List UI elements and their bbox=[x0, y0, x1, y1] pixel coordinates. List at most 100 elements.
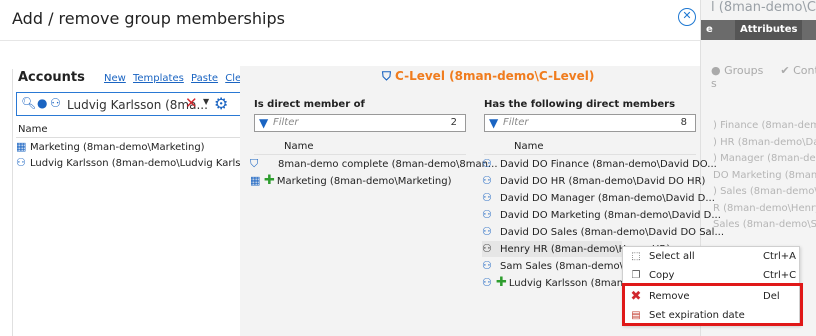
templates-link[interactable]: Templates bbox=[133, 73, 184, 84]
row-label: David DO Sales (8man-demo\David DO Sal..… bbox=[500, 227, 724, 238]
background-member-list: ) Finance (8man-demo\ ) HR (8man-demo\Da… bbox=[713, 120, 816, 236]
background-list-item: ) Manager (8man-demo bbox=[713, 153, 816, 164]
user-icon: ⚇ bbox=[482, 242, 492, 255]
filter-placeholder: Filter bbox=[273, 117, 299, 128]
background-tab-bar: e Attributes bbox=[701, 20, 816, 40]
background-list-item: DO Marketing (8man-d bbox=[713, 169, 816, 181]
row-label: Ludvig Karlsson (8man-de bbox=[508, 278, 640, 289]
background-list-item: ) Finance (8man-demo\ bbox=[713, 120, 816, 131]
members-heading: Has the following direct members bbox=[484, 99, 676, 110]
members-column-header[interactable]: Name bbox=[484, 139, 696, 155]
select-all-icon: ⬚ bbox=[631, 251, 641, 262]
filter-placeholder: Filter bbox=[503, 117, 529, 128]
calendar-icon: ▤ bbox=[631, 310, 641, 321]
user-filter-icon[interactable]: ⚇ bbox=[50, 96, 61, 110]
row-label: 8man-demo complete (8man-demo\8man... bbox=[278, 159, 498, 170]
menu-item-label: Copy bbox=[649, 270, 675, 281]
row-label: David DO Marketing (8man-demo\David D... bbox=[500, 210, 721, 221]
row-label: David DO Finance (8man-demo\David DO... bbox=[500, 159, 717, 170]
table-row[interactable]: ⚇ ✚ Ludvig Karlsson (8man-de bbox=[482, 275, 639, 291]
table-row-selected[interactable]: ⚇ Henry HR (8man-demo\Henry HR) bbox=[482, 241, 670, 257]
member-of-heading: Is direct member of bbox=[254, 99, 365, 110]
background-list-item: ) HR (8man-demo\Davi bbox=[713, 136, 816, 148]
row-label: David DO HR (8man-demo\David DO HR) bbox=[500, 176, 706, 187]
new-link[interactable]: New bbox=[104, 73, 126, 84]
groups-icon: ● bbox=[711, 64, 721, 77]
menu-item-select-all[interactable]: ⬚ Select all Ctrl+A bbox=[623, 247, 799, 266]
row-label: David DO Manager (8man-demo\David D... bbox=[500, 193, 715, 204]
menu-divider bbox=[647, 285, 797, 286]
user-icon: ⚇ bbox=[482, 208, 492, 221]
filter-icon: ▼ bbox=[489, 116, 499, 130]
user-icon: ⚇ bbox=[482, 259, 492, 272]
filter-icon: ▼ bbox=[259, 116, 269, 130]
background-link-groups[interactable]: Groups bbox=[724, 64, 763, 77]
account-search-input[interactable]: 🔍︎ ● ⚇ Ludvig Karlsson (8ma... ✕ ▼ ⚙ bbox=[16, 92, 244, 116]
background-links-sub: s bbox=[711, 77, 717, 90]
check-icon: ✔ bbox=[780, 64, 790, 77]
menu-item-shortcut: Ctrl+C bbox=[763, 270, 797, 281]
list-item[interactable]: ⚇ Ludvig Karlsson (8man-demo\Ludvig Karls… bbox=[16, 155, 262, 170]
table-row[interactable]: ⚇ David DO Manager (8man-demo\David D... bbox=[482, 190, 715, 206]
group-icon: ▦ bbox=[16, 140, 27, 153]
user-icon: ⚇ bbox=[482, 276, 492, 289]
list-item-label: Marketing (8man-demo\Marketing) bbox=[30, 142, 205, 153]
menu-item-label: Set expiration date bbox=[649, 310, 745, 321]
list-item[interactable]: ▦ Marketing (8man-demo\Marketing) bbox=[16, 139, 248, 154]
user-icon: ⚇ bbox=[16, 156, 26, 169]
menu-item-shortcut: Del bbox=[763, 291, 780, 302]
selected-group-name: C-Level (8man-demo\C-Level) bbox=[395, 69, 595, 83]
table-row[interactable]: ⚇ David DO Sales (8man-demo\David DO Sal.… bbox=[482, 224, 724, 240]
user-icon: ⚇ bbox=[482, 174, 492, 187]
add-plus-icon: ✚ bbox=[496, 275, 507, 290]
accounts-panel: Accounts New Templates Paste Clear 🔍︎ ● … bbox=[12, 66, 262, 336]
title-divider bbox=[0, 40, 700, 41]
background-tab-0[interactable]: e bbox=[701, 20, 721, 40]
background-list-item: Sales (8man-demo\Sam bbox=[713, 219, 816, 230]
table-row[interactable]: ⚇ David DO HR (8man-demo\David DO HR) bbox=[482, 173, 705, 189]
members-filter-input[interactable]: ▼ Filter 8 bbox=[484, 114, 696, 132]
menu-item-set-expiration[interactable]: ▤ Set expiration date bbox=[623, 306, 799, 325]
paste-link[interactable]: Paste bbox=[191, 73, 218, 84]
member-of-filter-input[interactable]: ▼ Filter 2 bbox=[254, 114, 466, 132]
user-icon: ⚇ bbox=[482, 191, 492, 204]
menu-item-remove[interactable]: ✖ Remove Del bbox=[623, 287, 799, 306]
accounts-column-header[interactable]: Name bbox=[16, 122, 246, 138]
background-link-contacts[interactable]: Contac bbox=[793, 64, 816, 77]
table-row[interactable]: ⚇ David DO Marketing (8man-demo\David D..… bbox=[482, 207, 721, 223]
list-item-label: Ludvig Karlsson (8man-demo\Ludvig Karlss… bbox=[30, 158, 263, 169]
accounts-links: New Templates Paste Clear bbox=[104, 73, 255, 84]
members-count: 8 bbox=[680, 117, 687, 128]
copy-icon: ❐ bbox=[631, 270, 641, 281]
group-icon: ▦ bbox=[250, 174, 261, 187]
row-label: Sam Sales (8man-demo\Sa bbox=[500, 261, 636, 272]
background-tab-attributes[interactable]: Attributes bbox=[735, 20, 803, 40]
row-label: Marketing (8man-demo\Marketing) bbox=[276, 176, 452, 187]
table-row[interactable]: ⛉ 8man-demo complete (8man-demo\8man... bbox=[250, 156, 498, 172]
menu-item-label: Remove bbox=[649, 291, 690, 302]
gear-icon[interactable]: ⚙ bbox=[214, 94, 228, 113]
clear-search-icon[interactable]: ✕ bbox=[185, 94, 198, 112]
chevron-down-icon[interactable]: ▼ bbox=[203, 97, 209, 106]
remove-icon: ✖ bbox=[630, 289, 642, 304]
add-plus-icon: ✚ bbox=[264, 173, 275, 188]
background-links: ● Groups ✔ Contac s bbox=[711, 64, 816, 90]
accounts-heading: Accounts bbox=[18, 70, 85, 85]
menu-item-copy[interactable]: ❐ Copy Ctrl+C bbox=[623, 266, 799, 285]
table-row[interactable]: ⚇ Sam Sales (8man-demo\Sa bbox=[482, 258, 635, 274]
table-row[interactable]: ⚇ David DO Finance (8man-demo\David DO... bbox=[482, 156, 717, 172]
table-row[interactable]: ▦ ✚ Marketing (8man-demo\Marketing) bbox=[250, 173, 451, 189]
org-icon: ⛉ bbox=[382, 69, 392, 83]
user-icon: ⚇ bbox=[482, 157, 492, 170]
background-window-title: l (8man-demo\C- bbox=[711, 0, 816, 15]
background-list-item: ) Sales (8man-demo\Da bbox=[713, 186, 816, 197]
background-list-item: R (8man-demo\Henry H bbox=[713, 202, 816, 214]
group-filter-icon[interactable]: ● bbox=[37, 96, 47, 110]
search-icon: 🔍︎ bbox=[21, 96, 37, 110]
user-icon: ⚇ bbox=[482, 225, 492, 238]
member-of-column-header[interactable]: Name bbox=[254, 139, 466, 155]
menu-item-shortcut: Ctrl+A bbox=[763, 251, 797, 262]
org-icon: ⛉ bbox=[250, 157, 259, 170]
close-icon[interactable]: ✕ bbox=[678, 8, 696, 26]
dialog-title: Add / remove group memberships bbox=[12, 9, 285, 28]
